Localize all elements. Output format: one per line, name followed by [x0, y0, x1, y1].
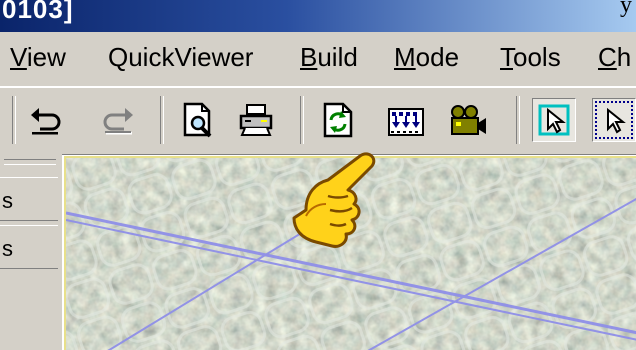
- print-preview-button[interactable]: [176, 98, 220, 142]
- redo-button[interactable]: [96, 98, 140, 142]
- select-arrow-icon: [538, 104, 570, 136]
- build-grid-button[interactable]: [384, 98, 428, 142]
- menu-tools[interactable]: Tools: [500, 42, 561, 73]
- menu-ch[interactable]: Ch: [598, 42, 631, 73]
- menu-view-rest: iew: [26, 42, 66, 72]
- print-preview-icon: [183, 102, 212, 138]
- refresh-icon: [323, 102, 353, 138]
- toolbar-separator: [300, 96, 304, 144]
- menu-tools-mnemonic: T: [500, 42, 513, 72]
- menu-view-mnemonic: V: [10, 42, 27, 72]
- menu-quickviewer[interactable]: QuickViewer: [108, 42, 253, 73]
- camera-button[interactable]: [446, 98, 490, 142]
- title-right-fragment: y: [620, 0, 632, 18]
- title-bar: 0103] y: [0, 0, 636, 32]
- printer-icon: [239, 104, 273, 136]
- toolbar-separator: [160, 96, 164, 144]
- menu-tools-rest: ools: [513, 42, 561, 72]
- menu-build[interactable]: Build: [300, 42, 358, 73]
- panel-row[interactable]: s: [0, 225, 58, 269]
- menu-mode[interactable]: Mode: [394, 42, 459, 73]
- video-camera-icon: [451, 105, 486, 135]
- menu-ch-mnemonic: C: [598, 42, 617, 72]
- left-panel: s s: [0, 153, 62, 350]
- menu-bar: View QuickViewer Build Mode Tools Ch: [0, 32, 636, 87]
- menu-build-mnemonic: B: [300, 42, 318, 72]
- refresh-button[interactable]: [316, 98, 360, 142]
- undo-icon: [31, 108, 61, 135]
- undo-button[interactable]: [24, 98, 68, 142]
- redo-icon: [103, 108, 133, 135]
- select-region-icon: [607, 107, 626, 134]
- menu-view[interactable]: View: [10, 42, 66, 73]
- toolbar-separator: [12, 96, 16, 144]
- pointing-hand-icon: [292, 152, 376, 248]
- menu-build-rest: uild: [317, 42, 358, 72]
- toolbar-separator: [516, 96, 520, 144]
- select-region-button[interactable]: [592, 98, 636, 142]
- grid-build-icon: [388, 108, 424, 136]
- menu-ch-rest: h: [616, 42, 632, 72]
- window-title: 0103]: [2, 0, 74, 24]
- panel-grip[interactable]: [4, 159, 56, 165]
- menu-mode-mnemonic: M: [394, 42, 416, 72]
- select-tool-button[interactable]: [532, 98, 576, 142]
- menu-mode-rest: ode: [415, 42, 460, 72]
- panel-row[interactable]: s: [0, 177, 58, 221]
- print-button[interactable]: [234, 98, 278, 142]
